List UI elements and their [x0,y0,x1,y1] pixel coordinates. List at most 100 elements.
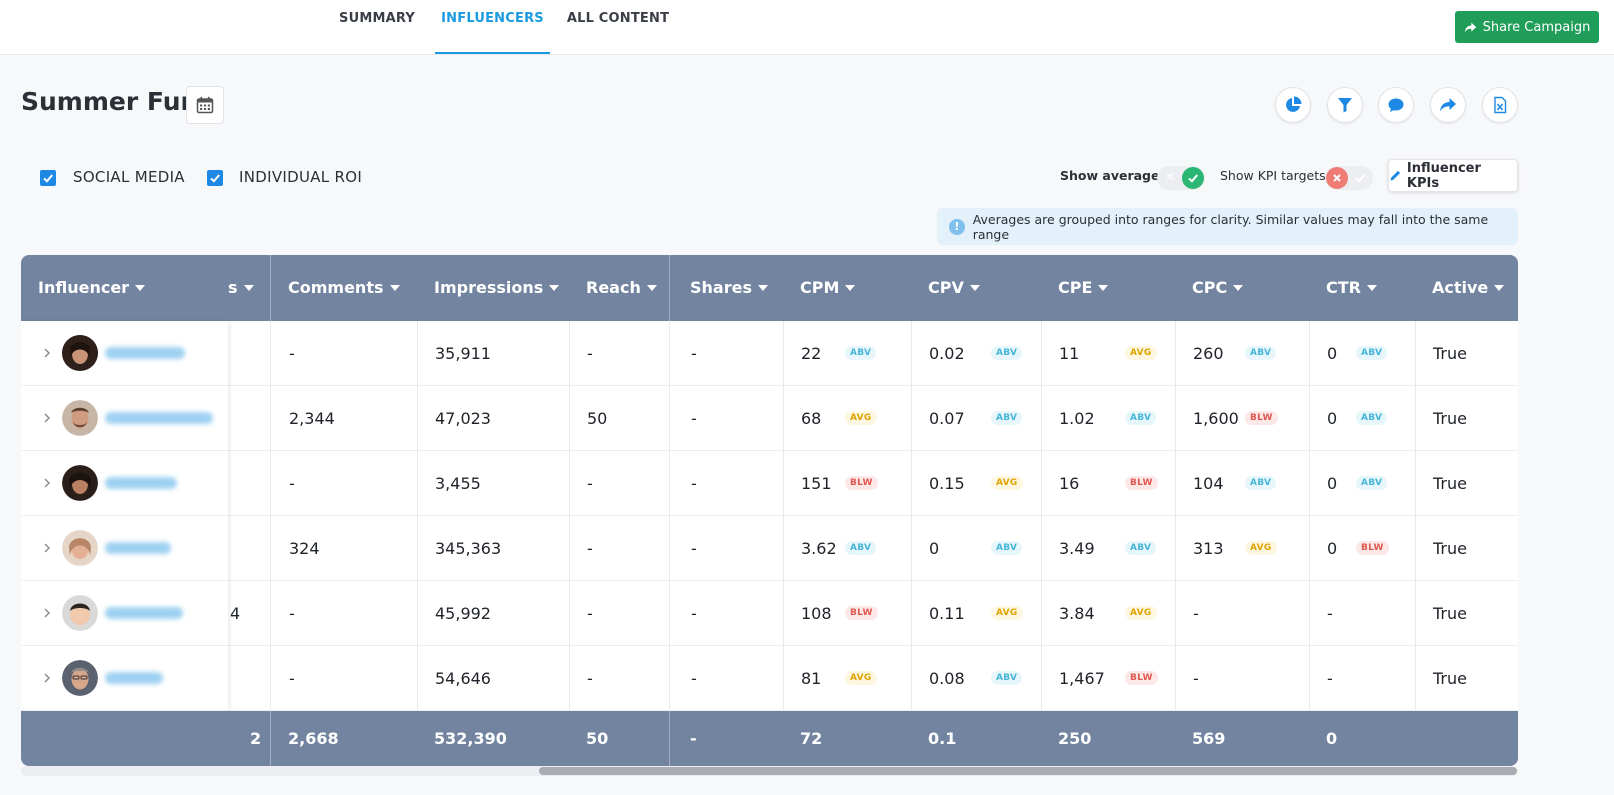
social-media-checkbox[interactable] [40,170,56,186]
tab-summary[interactable]: SUMMARY [333,0,421,54]
cpc-value: 313 [1193,539,1224,558]
export-excel-button[interactable] [1482,87,1518,123]
column-header-comments[interactable]: Comments [271,255,435,321]
cell-cpm: 151 BLW [783,451,911,516]
cpe-value: 11 [1059,344,1080,363]
reach-value: 50 [587,409,608,428]
share-report-button[interactable] [1430,87,1466,123]
column-header-impressions[interactable]: Impressions [417,255,569,321]
column-header-cpc[interactable]: CPC [1175,255,1309,321]
shares-value: - [691,474,697,493]
cpv-value: 0.02 [929,344,965,363]
influencer-kpis-label: Influencer KPIs [1406,160,1481,191]
tab-all-content[interactable]: ALL CONTENT [562,0,674,54]
cpe-value: 3.84 [1059,604,1095,623]
kpi-range-badge: ABV [1245,346,1277,360]
column-header-partial[interactable]: s [228,255,272,321]
reach-value: - [587,344,593,363]
cpm-value: 81 [801,669,822,688]
x-icon [1333,174,1341,182]
column-header-cpe[interactable]: CPE [1041,255,1175,321]
avatar [62,660,98,696]
impressions-value: 35,911 [435,344,491,363]
shares-value: - [691,344,697,363]
chevron-right-icon[interactable] [40,411,54,425]
share-icon [1440,98,1456,112]
influencer-cell[interactable] [21,516,228,581]
cell-partial [228,451,272,516]
influencer-cell[interactable] [21,581,228,646]
kpi-range-badge: ABV [1356,411,1388,425]
influencer-cell[interactable] [21,451,228,516]
individual-roi-label: INDIVIDUAL ROI [239,168,363,186]
active-value: True [1433,604,1467,623]
filter-button[interactable] [1327,87,1363,123]
cell-shares: - [673,451,783,516]
column-header-ctr[interactable]: CTR [1309,255,1415,321]
influencer-cell[interactable] [21,386,228,451]
cell-comments: - [271,581,417,646]
shares-value: - [691,669,697,688]
influencer-name-redacted[interactable] [105,412,213,424]
influencer-name-redacted[interactable] [105,672,163,684]
column-header-reach[interactable]: Reach [569,255,673,321]
influencer-name-redacted[interactable] [105,542,171,554]
kpi-range-badge: ABV [1245,476,1277,490]
cell-shares: - [673,321,783,386]
chart-view-button[interactable] [1275,87,1311,123]
partial-value: 4 [230,604,241,623]
tab-influencers[interactable]: INFLUENCERS [435,0,550,54]
show-averages-toggle[interactable]: ✕ [1157,166,1205,190]
chevron-right-icon[interactable] [40,671,54,685]
column-header-cpv[interactable]: CPV [911,255,1041,321]
kpi-range-badge: BLW [1125,671,1158,685]
chevron-right-icon[interactable] [40,476,54,490]
influencer-name-redacted[interactable] [105,607,183,619]
chevron-right-icon[interactable] [40,346,54,360]
cell-cpv: 0.02 ABV [911,321,1041,386]
individual-roi-checkbox[interactable] [207,170,223,186]
active-value: True [1433,344,1467,363]
horizontal-scrollbar-thumb[interactable] [539,767,1517,775]
cell-shares: - [673,646,783,711]
cell-shares: - [673,581,783,646]
chevron-right-icon[interactable] [40,606,54,620]
avatar [62,335,98,371]
influencer-cell[interactable] [21,321,228,386]
cpe-value: 3.49 [1059,539,1095,558]
cpv-value: 0.07 [929,409,965,428]
column-divider [783,321,784,711]
cell-cpc: 104 ABV [1175,451,1309,516]
reach-value: - [587,669,593,688]
cell-impressions: 3,455 [417,451,569,516]
reach-value: - [587,474,593,493]
influencer-name-redacted[interactable] [105,477,177,489]
share-campaign-button[interactable]: Share Campaign [1455,11,1599,43]
comment-icon [1388,98,1404,112]
total-impressions: 532,390 [434,729,507,748]
column-header-influencer[interactable]: Influencer [21,255,221,321]
influencer-kpis-button[interactable]: Influencer KPIs [1388,159,1518,192]
kpi-range-badge: AVG [845,411,877,425]
impressions-value: 3,455 [435,474,481,493]
column-header-active[interactable]: Active [1415,255,1518,321]
chevron-right-icon[interactable] [40,541,54,555]
column-header-shares[interactable]: Shares [673,255,783,321]
column-divider [569,321,570,711]
influencer-cell[interactable] [21,646,228,711]
kpi-range-badge: BLW [1356,541,1389,555]
cell-cpc: - [1175,646,1309,711]
total-ctr: 0 [1326,729,1338,748]
date-range-button[interactable] [186,86,224,124]
kpi-range-badge: ABV [845,541,877,555]
influencer-name-redacted[interactable] [105,347,185,359]
cpc-value: 104 [1193,474,1224,493]
column-header-cpm[interactable]: CPM [783,255,911,321]
comments-button[interactable] [1378,87,1414,123]
kpi-range-badge: BLW [1245,411,1278,425]
cpv-value: 0.11 [929,604,965,623]
cell-ctr: - [1309,646,1415,711]
pie-chart-icon [1286,96,1302,112]
show-kpi-targets-toggle[interactable] [1325,166,1373,190]
ctr-value: 0 [1327,474,1338,493]
